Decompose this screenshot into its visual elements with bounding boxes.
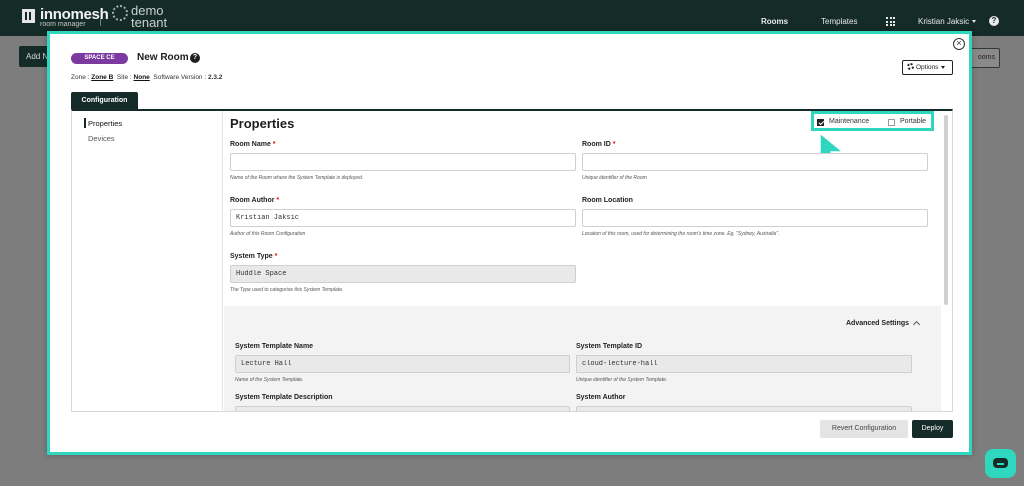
user-name: Kristian Jaksic xyxy=(918,17,970,26)
site-link[interactable]: None xyxy=(134,74,150,81)
room-name-label: Room Name * xyxy=(230,141,276,148)
zone-label: Zone : xyxy=(71,74,90,81)
revert-configuration-button[interactable]: Revert Configuration xyxy=(820,420,908,438)
room-id-input[interactable] xyxy=(582,153,928,171)
system-author-label: System Author xyxy=(576,394,626,401)
gear-icon xyxy=(907,63,914,70)
nav-templates-link[interactable]: Templates xyxy=(821,17,857,26)
brand-subtitle: room manager xyxy=(40,21,86,28)
system-type-label: System Type * xyxy=(230,253,278,260)
room-author-label: Room Author * xyxy=(230,197,280,204)
grid-icon[interactable] xyxy=(886,17,895,26)
properties-content: Properties Maintenance Portable Room Nam… xyxy=(224,111,951,411)
nav-rooms-link[interactable]: Rooms xyxy=(761,17,788,26)
portable-checkbox[interactable] xyxy=(888,119,895,126)
template-description-label: System Template Description xyxy=(235,394,333,401)
background-rooms-button: ooms xyxy=(968,48,1000,68)
panel-scrollbar[interactable] xyxy=(944,115,948,305)
zone-link[interactable]: Zone B xyxy=(91,74,113,81)
room-meta: Zone : Zone B Site : None Software Versi… xyxy=(71,74,222,81)
room-author-input[interactable] xyxy=(230,209,576,227)
room-toggles: Maintenance Portable xyxy=(811,111,934,131)
help-icon[interactable]: ? xyxy=(989,16,999,26)
site-label: Site : xyxy=(116,74,132,81)
tenant-name: demo tenant xyxy=(131,3,168,30)
template-id-input xyxy=(576,355,912,373)
close-icon[interactable]: × xyxy=(953,38,965,50)
portable-label: Portable xyxy=(900,118,927,125)
room-name-input[interactable] xyxy=(230,153,576,171)
system-author-input xyxy=(576,406,912,411)
side-nav: Properties Devices xyxy=(72,111,223,411)
advanced-settings-toggle[interactable]: Advanced Settings xyxy=(846,320,909,327)
room-location-input[interactable] xyxy=(582,209,928,227)
room-author-help: Author of this Room Configuration xyxy=(230,231,306,237)
options-button[interactable]: Options xyxy=(902,60,953,75)
logo-icon xyxy=(22,9,35,23)
room-location-help: Location of this room, used for determin… xyxy=(582,231,780,237)
chevron-up-icon[interactable] xyxy=(912,320,921,329)
maintenance-checkbox[interactable] xyxy=(817,119,824,126)
room-name-help: Name of the Room where the System Templa… xyxy=(230,175,364,181)
room-id-label: Room ID * xyxy=(582,141,616,148)
version-label: Software Version : xyxy=(153,74,207,81)
configuration-panel: Properties Devices Properties Maintenanc… xyxy=(71,109,953,412)
system-type-badge: SPACE CE xyxy=(71,53,128,64)
caret-down-icon xyxy=(972,20,977,24)
system-type-input xyxy=(230,265,576,283)
template-name-input xyxy=(235,355,570,373)
title-help-icon[interactable]: ? xyxy=(190,53,200,63)
template-name-help: Name of the System Template. xyxy=(235,377,304,383)
version-value: 2.3.2 xyxy=(207,74,223,81)
template-description-input xyxy=(235,406,570,411)
section-title: Properties xyxy=(230,116,295,131)
room-location-label: Room Location xyxy=(582,197,633,204)
template-id-help: Unique identifier of the System Template… xyxy=(576,377,668,383)
tab-configuration[interactable]: Configuration xyxy=(71,92,138,109)
deploy-button[interactable]: Deploy xyxy=(912,420,953,438)
chat-icon[interactable] xyxy=(985,449,1016,478)
template-id-label: System Template ID xyxy=(576,343,643,350)
new-room-modal: × SPACE CE New Room ? Zone : Zone B Site… xyxy=(47,31,972,455)
advanced-settings-section: Advanced Settings System Template Name N… xyxy=(224,306,941,411)
modal-title: New Room xyxy=(137,52,189,63)
side-nav-item-properties[interactable]: Properties xyxy=(83,118,122,128)
system-type-help: The Type used to categorise this System … xyxy=(230,287,344,293)
user-menu[interactable]: Kristian Jaksic xyxy=(918,17,977,26)
logo-divider xyxy=(100,9,101,26)
options-label: Options xyxy=(916,64,939,71)
room-id-help: Unique identifier of the Room xyxy=(582,175,647,181)
maintenance-label: Maintenance xyxy=(829,118,870,125)
side-nav-item-devices[interactable]: Devices xyxy=(88,134,115,143)
tenant-logo-icon xyxy=(112,5,128,21)
caret-down-icon xyxy=(941,65,946,69)
template-name-label: System Template Name xyxy=(235,343,314,350)
